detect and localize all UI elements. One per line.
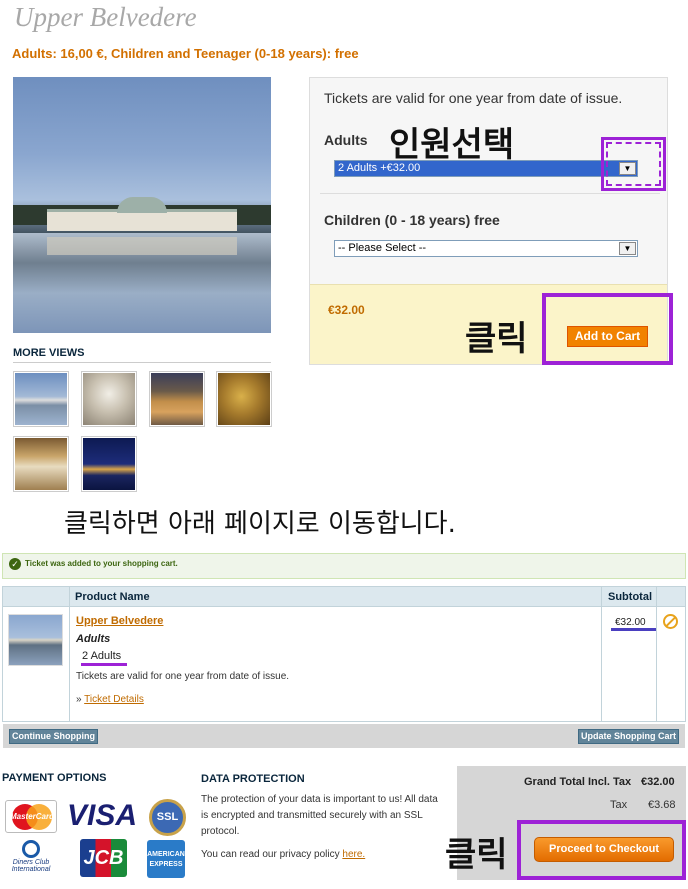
header-product-name: Product Name <box>75 591 150 603</box>
data-protection-title: DATA PROTECTION <box>201 773 305 785</box>
amex-logo: AMERICAN EXPRESS <box>147 840 185 878</box>
options-divider <box>320 193 660 194</box>
annotation-click-2: 클릭 <box>445 835 508 875</box>
thumbnail-1[interactable] <box>13 371 69 427</box>
update-cart-button[interactable]: Update Shopping Cart <box>578 729 679 744</box>
privacy-policy-row: You can read our privacy policy here. <box>201 849 365 860</box>
header-subtotal: Subtotal <box>608 591 652 603</box>
annotation-moves-to-page: 클릭하면 아래 페이지로 이동합니다. <box>64 509 456 539</box>
column-divider <box>656 587 657 722</box>
more-views-divider <box>13 362 271 363</box>
thumbnail-4[interactable] <box>216 371 272 427</box>
proceed-to-checkout-button[interactable]: Proceed to Checkout <box>534 837 674 862</box>
validity-text: Tickets are valid for one year from date… <box>324 90 623 106</box>
diners-club-text: Diners Club International <box>11 859 51 873</box>
payment-options-title: PAYMENT OPTIONS <box>2 772 107 784</box>
thumbnail-5[interactable] <box>13 436 69 492</box>
column-divider <box>601 587 602 722</box>
thumbnail-3[interactable] <box>149 371 205 427</box>
image-dome <box>117 197 167 213</box>
annotation-click-1: 클릭 <box>465 319 528 359</box>
ssl-badge: SSL <box>149 799 186 836</box>
data-protection-text: The protection of your data is important… <box>201 794 438 837</box>
ticket-details-row: » Ticket Details <box>76 694 144 705</box>
annotation-select-people: 인원선택 <box>389 125 515 165</box>
annotation-underline-adults <box>81 663 127 666</box>
annotation-underline-subtotal <box>611 628 656 631</box>
privacy-policy-link[interactable]: here. <box>342 849 365 860</box>
product-title: Upper Belvedere <box>14 2 197 32</box>
details-prefix: » <box>76 694 82 705</box>
cart-item-option-value: 2 Adults <box>82 650 122 662</box>
cart-item-note: Tickets are valid for one year from date… <box>76 671 290 682</box>
cart-item-thumbnail[interactable] <box>8 614 63 666</box>
jcb-logo: JCB <box>80 839 127 877</box>
grand-total-label: Grand Total Incl. Tax <box>524 776 632 788</box>
chevron-down-icon[interactable]: ▼ <box>619 242 636 255</box>
children-select[interactable]: -- Please Select -- ▼ <box>334 240 638 257</box>
continue-shopping-button[interactable]: Continue Shopping <box>9 729 98 744</box>
price-line: Adults: 16,00 €, Children and Teenager (… <box>12 46 359 61</box>
mastercard-text: MasterCard <box>9 812 54 821</box>
image-reflection <box>47 237 237 255</box>
thumbnail-2[interactable] <box>81 371 137 427</box>
cart-item-option-label: Adults <box>76 633 111 645</box>
thumbnail-6[interactable] <box>81 436 137 492</box>
visa-logo: VISA <box>66 799 138 832</box>
add-to-cart-button[interactable]: Add to Cart <box>567 326 648 347</box>
remove-item-icon[interactable] <box>663 614 678 629</box>
mastercard-logo: MasterCard <box>5 800 57 833</box>
tax-label: Tax <box>610 799 628 811</box>
privacy-policy-prefix: You can read our privacy policy <box>201 849 340 860</box>
grand-total-value: €32.00 <box>641 776 675 788</box>
more-views-label: MORE VIEWS <box>13 347 85 359</box>
adults-select[interactable]: 2 Adults +€32.00 ▼ <box>334 160 638 177</box>
product-main-image[interactable] <box>13 77 271 333</box>
cart-item-name-link[interactable]: Upper Belvedere <box>76 615 163 627</box>
annotation-highlight-select-inner <box>606 142 661 186</box>
check-icon: ✓ <box>9 558 21 570</box>
total-price: €32.00 <box>328 303 365 317</box>
adults-label: Adults <box>324 132 368 148</box>
children-select-value: -- Please Select -- <box>338 242 427 254</box>
children-label: Children (0 - 18 years) free <box>324 212 500 228</box>
adults-select-value: 2 Adults +€32.00 <box>338 162 421 174</box>
column-divider <box>69 587 70 722</box>
success-message: Ticket was added to your shopping cart. <box>25 559 178 568</box>
tax-value: €3.68 <box>648 799 676 811</box>
diners-club-logo: Diners Club International <box>5 840 57 878</box>
ticket-details-link[interactable]: Ticket Details <box>84 694 144 705</box>
cart-item-subtotal: €32.00 <box>615 617 646 628</box>
